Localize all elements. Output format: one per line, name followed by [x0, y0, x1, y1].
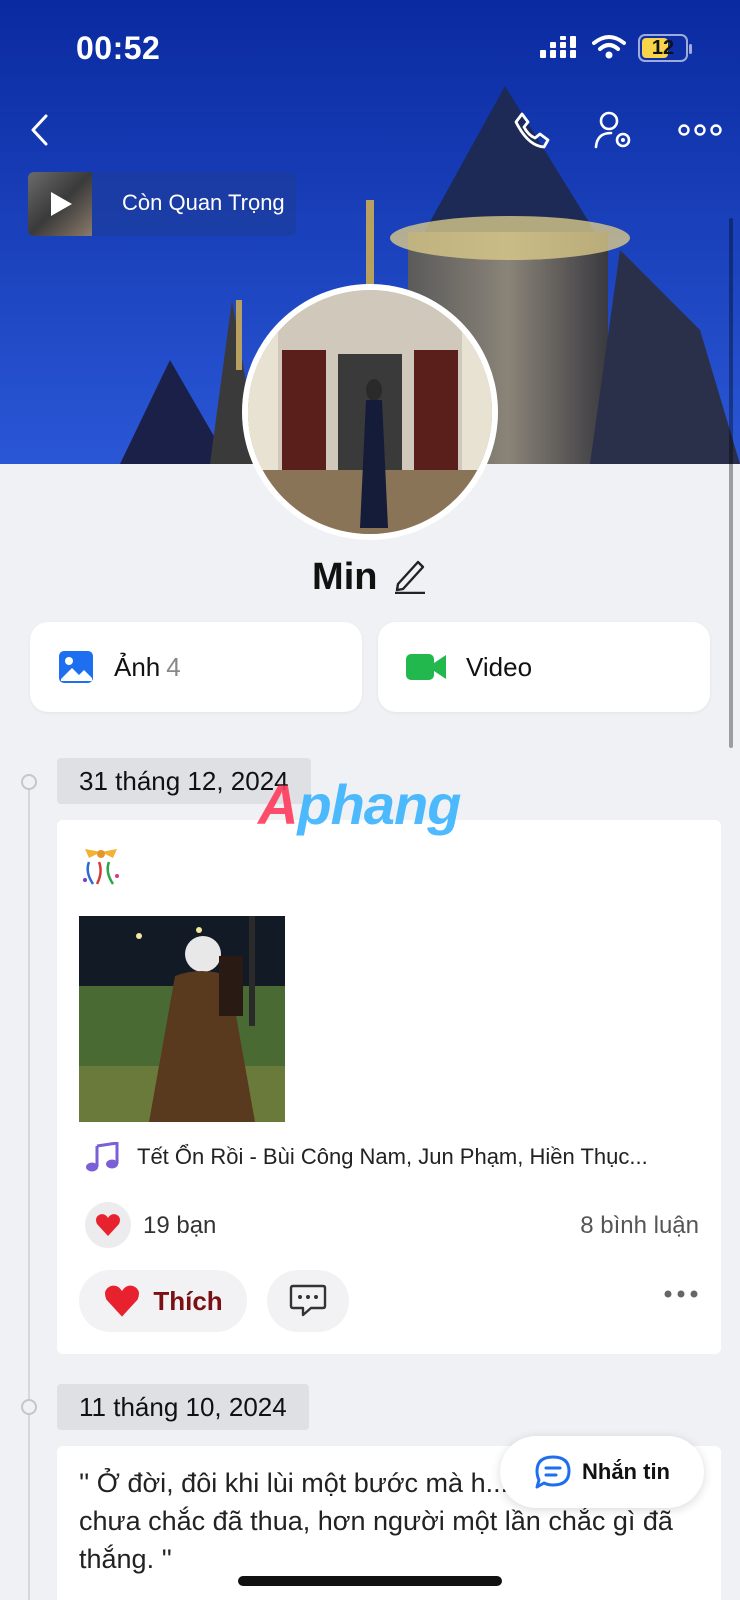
music-note-icon [86, 1142, 119, 1172]
timeline-line [28, 790, 30, 1600]
status-bar: 00:52 12 [0, 0, 740, 100]
phone-icon [514, 112, 550, 149]
like-label: Thích [153, 1285, 223, 1316]
play-icon [51, 192, 72, 216]
back-button[interactable] [16, 106, 64, 154]
message-button-label: Nhắn tin [582, 1459, 670, 1484]
tab-photos-count: 4 [166, 651, 181, 682]
watermark-logo: Aphang [258, 773, 461, 836]
tab-video-label: Video [466, 651, 533, 682]
home-indicator[interactable] [238, 1576, 502, 1586]
chevron-left-icon [31, 114, 48, 146]
call-button[interactable] [508, 106, 556, 154]
tab-video[interactable]: Video [378, 622, 710, 712]
image-icon [59, 651, 93, 683]
chat-bubble-icon [535, 1455, 571, 1489]
cellular-signal-icon [540, 36, 576, 58]
post-photo-image [79, 916, 285, 1122]
music-title: Còn Quan Trọng [122, 190, 285, 215]
post-more-button[interactable] [663, 1286, 699, 1304]
tab-photos-label: Ảnh [114, 651, 161, 682]
scrollbar[interactable] [729, 218, 733, 748]
more-horizontal-icon [664, 1290, 698, 1298]
more-options-button[interactable] [676, 106, 724, 154]
message-button[interactable]: Nhắn tin [500, 1436, 704, 1508]
more-horizontal-icon [678, 124, 722, 136]
reaction-bubble [85, 1202, 131, 1248]
post-photo[interactable] [79, 916, 285, 1122]
user-gear-icon [594, 111, 631, 149]
video-camera-icon [406, 654, 446, 680]
heart-icon [96, 1214, 120, 1236]
profile-music-chip[interactable]: Còn Quan Trọng [28, 172, 296, 236]
comment-button[interactable] [267, 1270, 349, 1332]
avatar-photo [248, 290, 492, 534]
battery-icon: 12 [638, 34, 692, 62]
post-song-row[interactable]: Tết Ổn Rồi - Bùi Công Nam, Jun Phạm, Hiề… [85, 1142, 648, 1172]
timeline-dot [21, 1399, 37, 1415]
profile-settings-button[interactable] [590, 106, 638, 154]
reaction-summary[interactable]: 19 bạn 8 bình luận [85, 1202, 699, 1248]
edit-name-button[interactable] [392, 556, 428, 599]
celebration-emoji-icon [83, 849, 119, 885]
reaction-count: 19 bạn [143, 1212, 217, 1239]
profile-name: Min [312, 556, 378, 598]
profile-name-row: Min [0, 556, 740, 599]
comment-count[interactable]: 8 bình luận [580, 1212, 699, 1240]
heart-icon [105, 1285, 140, 1317]
tab-photos[interactable]: Ảnh 4 [30, 622, 362, 712]
comment-bubble-icon [289, 1284, 327, 1317]
timeline-post[interactable]: Tết Ổn Rồi - Bùi Công Nam, Jun Phạm, Hiề… [57, 820, 721, 1354]
status-time: 00:52 [76, 30, 161, 66]
pencil-icon [394, 560, 425, 595]
wifi-icon [592, 35, 626, 59]
post-date-chip: 11 tháng 10, 2024 [57, 1384, 309, 1430]
like-button[interactable]: Thích [79, 1270, 247, 1332]
post-song-title: Tết Ổn Rồi - Bùi Công Nam, Jun Phạm, Hiề… [137, 1144, 648, 1169]
profile-avatar[interactable] [242, 284, 498, 540]
battery-level: 12 [651, 37, 675, 59]
timeline-dot [21, 774, 37, 790]
